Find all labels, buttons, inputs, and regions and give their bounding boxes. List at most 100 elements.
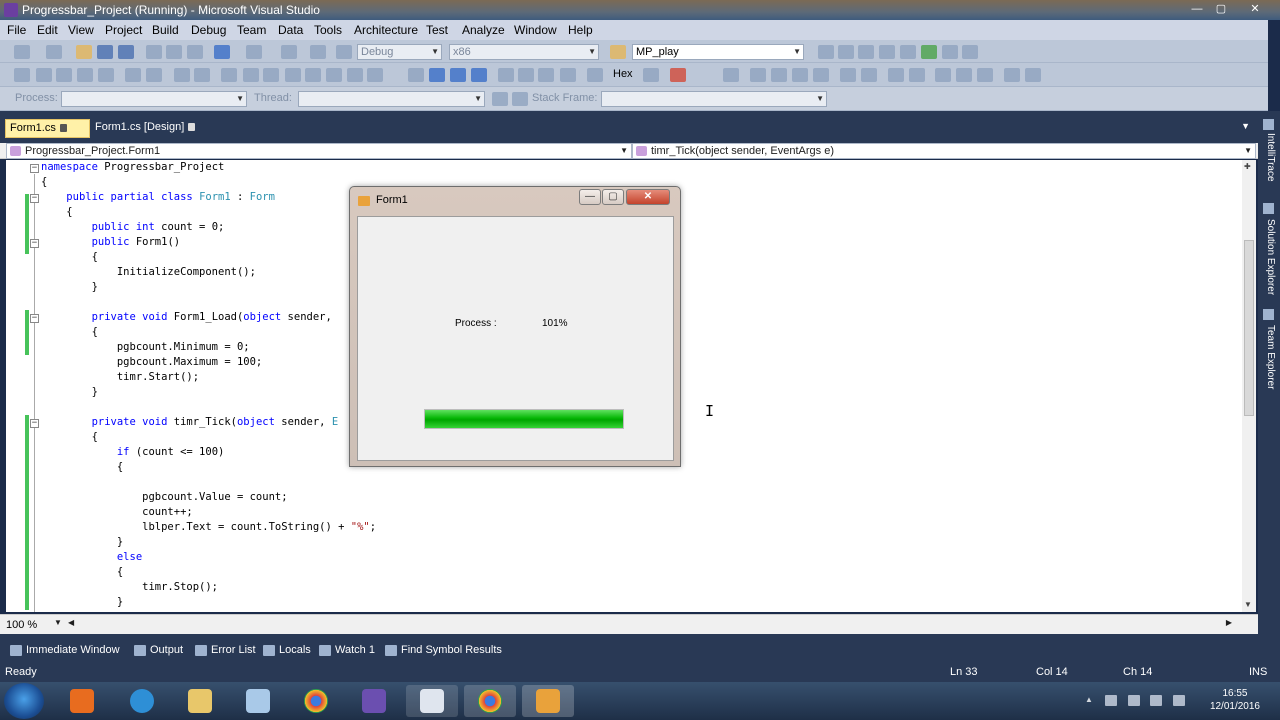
bookmark-extra-3-icon[interactable]: [367, 68, 383, 82]
collapse-timer-tick-icon[interactable]: −: [30, 419, 39, 428]
toolbar-icon-2[interactable]: [36, 68, 52, 82]
stack-frame-combo[interactable]: ▼: [601, 91, 827, 107]
cut-icon[interactable]: [146, 45, 162, 59]
align-left-icon[interactable]: [750, 68, 766, 82]
taskbar-window-switcher[interactable]: [406, 685, 458, 717]
zoom-chevron-down-icon[interactable]: ▼: [54, 618, 62, 627]
maximize-button[interactable]: ▢: [1210, 1, 1232, 17]
tab-find-symbol-results[interactable]: Find Symbol Results: [385, 644, 502, 656]
flag-thread-icon[interactable]: [492, 92, 508, 106]
stop-debugging-icon[interactable]: [450, 68, 466, 82]
tab-form1-cs[interactable]: Form1.cs: [5, 119, 90, 138]
copy-icon[interactable]: [166, 45, 182, 59]
align-bottom-icon[interactable]: [813, 68, 829, 82]
dock-tab-solution-explorer[interactable]: Solution Explorer: [1262, 219, 1276, 295]
bookmark-icon[interactable]: [221, 68, 237, 82]
center-vertical-icon[interactable]: [956, 68, 972, 82]
add-item-icon[interactable]: [46, 45, 62, 59]
tab-list-dropdown-icon[interactable]: ▼: [1241, 121, 1250, 131]
tray-clock[interactable]: 16:55 12/01/2016: [1210, 687, 1260, 713]
navigate-backward-icon[interactable]: [281, 45, 297, 59]
menu-test[interactable]: Test: [426, 23, 448, 37]
outdent-icon[interactable]: [146, 68, 162, 82]
start-debugging-icon[interactable]: [336, 45, 352, 59]
redo-icon[interactable]: [246, 45, 262, 59]
form1-minimize-button[interactable]: —: [579, 189, 601, 205]
quickwatch-icon[interactable]: [587, 68, 603, 82]
form1-close-button[interactable]: ✕: [626, 189, 670, 205]
toolbar-icon-4[interactable]: [77, 68, 93, 82]
menu-tools[interactable]: Tools: [314, 23, 342, 37]
toolbar-icon-1[interactable]: [14, 68, 30, 82]
close-button[interactable]: ✕: [1244, 1, 1266, 17]
menu-build[interactable]: Build: [152, 23, 179, 37]
make-same-width-icon[interactable]: [840, 68, 856, 82]
types-combo[interactable]: Progressbar_Project.Form1 ▼: [6, 143, 632, 159]
bookmark-extra-2-icon[interactable]: [347, 68, 363, 82]
taskbar-media-player[interactable]: [56, 685, 108, 717]
tab-locals[interactable]: Locals: [263, 644, 311, 656]
editor-vertical-scrollbar[interactable]: ✚ ▼: [1242, 160, 1256, 612]
taskbar-file-explorer[interactable]: [174, 685, 226, 717]
window-layout-icon[interactable]: [962, 45, 978, 59]
tab-immediate-window[interactable]: Immediate Window: [10, 644, 120, 656]
next-bookmark-icon[interactable]: [263, 68, 279, 82]
start-button[interactable]: [4, 683, 44, 719]
taskbar-form1-app[interactable]: [522, 685, 574, 717]
taskbar-visual-studio[interactable]: [348, 685, 400, 717]
paste-icon[interactable]: [187, 45, 203, 59]
scroll-thumb[interactable]: [1244, 240, 1254, 416]
solution-platform-combo[interactable]: x86 ▼: [449, 44, 599, 60]
menu-window[interactable]: Window: [514, 23, 557, 37]
tab-watch-1[interactable]: Watch 1: [319, 644, 375, 656]
step-out-icon[interactable]: [560, 68, 576, 82]
layout-icon-1[interactable]: [723, 68, 739, 82]
center-horizontal-icon[interactable]: [935, 68, 951, 82]
menu-project[interactable]: Project: [105, 23, 142, 37]
network-icon[interactable]: [1150, 695, 1162, 706]
break-all-icon[interactable]: [429, 68, 445, 82]
tab-order-icon[interactable]: [1025, 68, 1041, 82]
send-to-back-icon[interactable]: [1004, 68, 1020, 82]
new-project-icon[interactable]: [14, 45, 30, 59]
bookmark-extra-icon[interactable]: [326, 68, 342, 82]
navigate-forward-icon[interactable]: [310, 45, 326, 59]
uncomment-icon[interactable]: [194, 68, 210, 82]
scroll-left-icon[interactable]: ◀: [68, 618, 74, 627]
form1-window[interactable]: Form1 — ▢ ✕ Process : 101%: [349, 186, 681, 467]
vertical-spacing-icon[interactable]: [909, 68, 925, 82]
solution-configuration-combo[interactable]: Debug ▼: [357, 44, 442, 60]
show-threads-icon[interactable]: [643, 68, 659, 82]
bookmark-folder-icon[interactable]: [285, 68, 301, 82]
show-hidden-icons-icon[interactable]: ▲: [1085, 695, 1097, 706]
startup-item-combo[interactable]: MP_play ▼: [632, 44, 804, 60]
collapse-class-icon[interactable]: −: [30, 194, 39, 203]
collapse-form-load-icon[interactable]: −: [30, 314, 39, 323]
scroll-down-icon[interactable]: ▼: [1244, 600, 1252, 609]
taskbar-chrome[interactable]: [290, 685, 342, 717]
comment-icon[interactable]: [174, 68, 190, 82]
menu-debug[interactable]: Debug: [191, 23, 226, 37]
save-all-icon[interactable]: [118, 45, 134, 59]
save-icon[interactable]: [97, 45, 113, 59]
show-flagged-threads-icon[interactable]: [512, 92, 528, 106]
dock-tab-intellitrace[interactable]: IntelliTrace: [1262, 133, 1276, 182]
indent-icon[interactable]: [125, 68, 141, 82]
toolbar-icon-3[interactable]: [56, 68, 72, 82]
thread-combo[interactable]: ▼: [298, 91, 485, 107]
prev-bookmark-icon[interactable]: [243, 68, 259, 82]
menu-data[interactable]: Data: [278, 23, 303, 37]
undo-icon[interactable]: [214, 45, 230, 59]
action-center-icon[interactable]: [1105, 695, 1117, 706]
menu-view[interactable]: View: [68, 23, 94, 37]
collapse-namespace-icon[interactable]: −: [30, 164, 39, 173]
bring-to-front-icon[interactable]: [977, 68, 993, 82]
dock-tab-team-explorer[interactable]: Team Explorer: [1262, 325, 1276, 389]
scroll-right-icon[interactable]: ▶: [1226, 618, 1232, 627]
show-next-statement-icon[interactable]: [498, 68, 514, 82]
breakpoints-icon[interactable]: [670, 68, 686, 82]
object-browser-icon[interactable]: [858, 45, 874, 59]
align-center-icon[interactable]: [771, 68, 787, 82]
tab-form1-design[interactable]: Form1.cs [Design]: [91, 119, 206, 138]
form1-maximize-button[interactable]: ▢: [602, 189, 624, 205]
